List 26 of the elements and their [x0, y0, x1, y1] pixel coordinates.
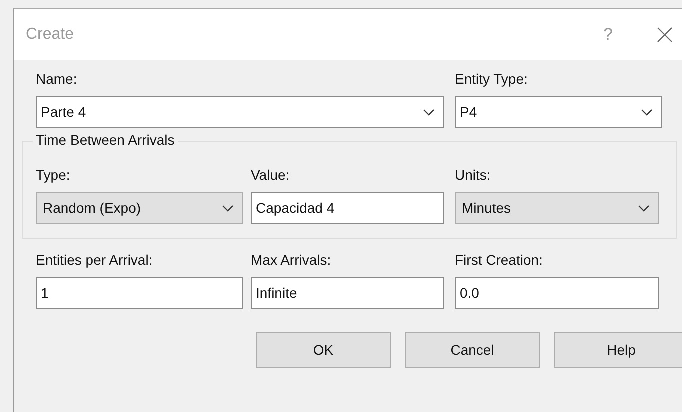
group-title: Time Between Arrivals: [33, 132, 178, 148]
window-title: Create: [26, 26, 76, 44]
chevron-down-icon: [423, 108, 435, 116]
combo-box[interactable]: P4: [455, 96, 662, 128]
chevron-down-icon: [638, 204, 650, 212]
input-field[interactable]: Infinite: [251, 277, 444, 309]
field-label: Max Arrivals:: [251, 251, 332, 269]
chevron-down-icon: [222, 204, 234, 212]
field-label: Entities per Arrival:: [36, 251, 154, 269]
combo-box[interactable]: Parte 4: [36, 96, 444, 128]
close-icon[interactable]: [657, 26, 673, 42]
field-label: Value:: [251, 166, 291, 184]
dropdown[interactable]: Random (Expo): [36, 192, 243, 224]
chevron-down-icon: [641, 108, 653, 116]
field-label: First Creation:: [455, 251, 544, 269]
input-field[interactable]: Capacidad 4: [251, 192, 444, 224]
field-label: Units:: [455, 166, 492, 184]
dialog-button[interactable]: Help: [554, 332, 682, 368]
input-field[interactable]: 1: [36, 277, 243, 309]
field-label: Type:: [36, 166, 72, 184]
dialog-button[interactable]: Cancel: [405, 332, 540, 368]
dropdown[interactable]: Minutes: [455, 192, 659, 224]
field-label: Name:: [36, 70, 78, 88]
dialog-button[interactable]: OK: [256, 332, 391, 368]
field-label: Entity Type:: [455, 70, 529, 88]
input-field[interactable]: 0.0: [455, 277, 659, 309]
